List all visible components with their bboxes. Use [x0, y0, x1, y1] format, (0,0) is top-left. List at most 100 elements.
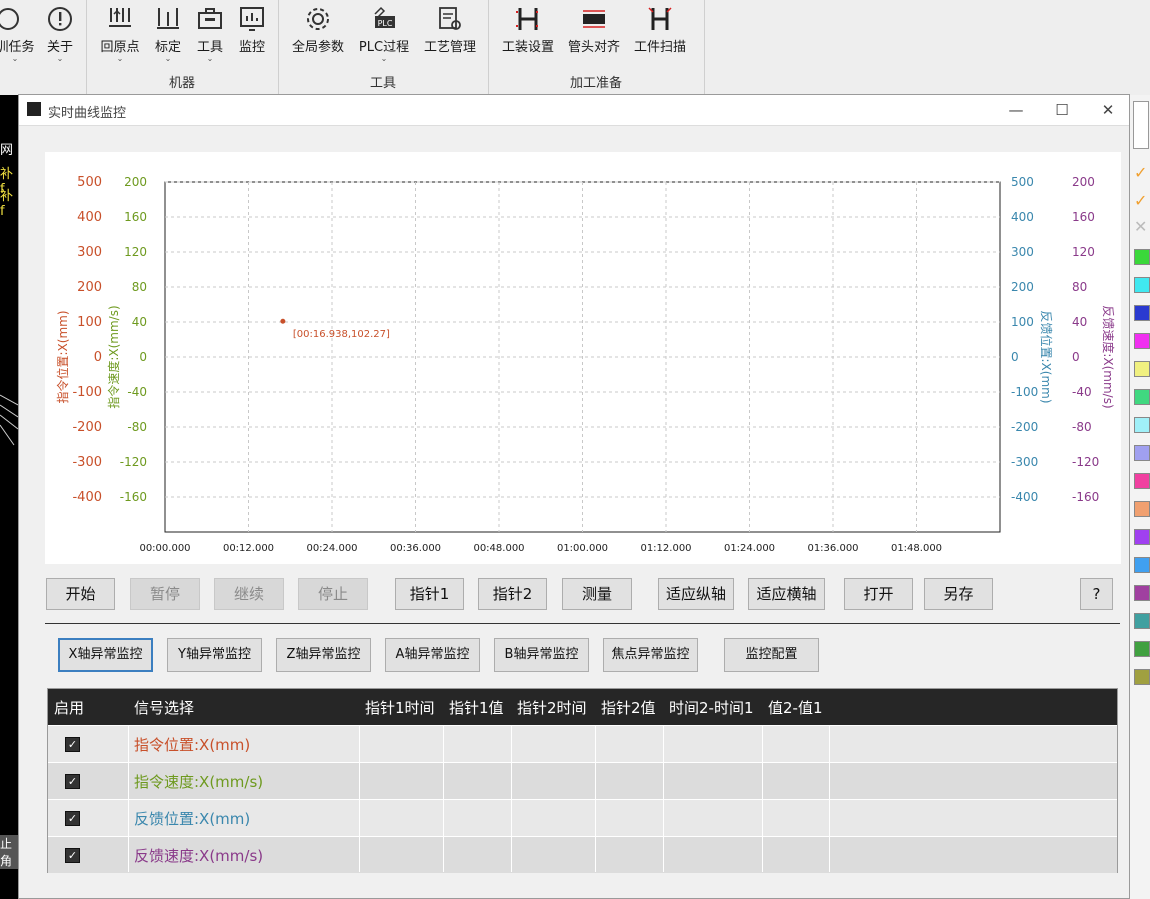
- workpiece-scan-button[interactable]: 工件扫描: [632, 4, 688, 55]
- color-swatch[interactable]: [1134, 361, 1150, 377]
- color-swatch[interactable]: [1134, 417, 1150, 433]
- calibrate-label: 标定: [154, 40, 181, 55]
- color-swatch[interactable]: [1134, 557, 1150, 573]
- window-titlebar[interactable]: 实时曲线监控 — ☐ ✕: [19, 95, 1129, 126]
- fit-x-button[interactable]: 适应横轴: [748, 578, 825, 610]
- y-tick-label-cmd-pos: -100: [72, 385, 102, 400]
- maximize-button[interactable]: ☐: [1047, 99, 1077, 121]
- color-swatch[interactable]: [1134, 641, 1150, 657]
- col-value-diff: 值2-值1: [768, 699, 823, 717]
- minimize-button[interactable]: —: [1001, 99, 1031, 121]
- y-tick-label-cmd-pos: -400: [72, 490, 102, 505]
- gear-icon: [307, 8, 329, 30]
- start-button[interactable]: 开始: [46, 578, 115, 610]
- y-tick-label-cmd-pos: 500: [77, 175, 102, 190]
- tab-a-axis[interactable]: A轴异常监控: [385, 638, 480, 672]
- color-swatch[interactable]: [1134, 389, 1150, 405]
- about-button[interactable]: 关于 ⌄: [42, 4, 78, 63]
- enable-checkbox[interactable]: ✓: [65, 811, 80, 826]
- realtime-chart[interactable]: 00:00.000 00:12.000 00:24.000 00:36.000 00:4…: [45, 152, 1121, 564]
- pause-button[interactable]: 暂停: [130, 578, 200, 610]
- table-header: 启用 信号选择 指针1时间 指针1值 指针2时间 指针2值 时间2-时间1 值2…: [48, 689, 1117, 725]
- y-tick-label-fb-pos: 400: [1011, 210, 1034, 224]
- chevron-down-icon: ⌄: [116, 54, 124, 63]
- help-button[interactable]: ?: [1080, 578, 1113, 610]
- y-tick-label-fb-pos: 500: [1011, 175, 1034, 189]
- task-button[interactable]: 训任务 ⌄: [0, 4, 36, 63]
- tab-monitor-config[interactable]: 监控配置: [724, 638, 819, 672]
- y-tick-label-fb-vel: 120: [1072, 245, 1095, 259]
- axis-title-fb-pos: 反馈位置:X(mm): [1039, 310, 1054, 403]
- open-button[interactable]: 打开: [844, 578, 913, 610]
- table-row[interactable]: ✓ 反馈位置:X(mm): [48, 799, 1117, 836]
- y-tick-label-cmd-vel: -80: [127, 420, 147, 434]
- save-as-button[interactable]: 另存: [924, 578, 993, 610]
- monitor-button[interactable]: 监控: [234, 4, 270, 55]
- x-tick-label: 00:24.000: [306, 543, 357, 554]
- col-cursor1-time: 指针1时间: [365, 699, 435, 717]
- close-icon: ✕: [1134, 217, 1148, 236]
- x-tick-label: 00:12.000: [223, 543, 274, 554]
- app-icon: [27, 102, 41, 116]
- tab-focus[interactable]: 焦点异常监控: [603, 638, 698, 672]
- tab-z-axis[interactable]: Z轴异常监控: [276, 638, 371, 672]
- column-divider: [443, 725, 444, 872]
- color-swatch[interactable]: [1134, 333, 1150, 349]
- cursor2-button[interactable]: 指针2: [478, 578, 547, 610]
- color-swatch[interactable]: [1134, 277, 1150, 293]
- ribbon-group-tools: 全局参数 PLC PLC过程 ⌄ 工艺管理 工具: [278, 0, 489, 95]
- color-swatch[interactable]: [1134, 249, 1150, 265]
- stop-button[interactable]: 停止: [298, 578, 368, 610]
- resume-button[interactable]: 继续: [214, 578, 284, 610]
- scan-icon: [648, 7, 672, 30]
- color-swatch[interactable]: [1134, 305, 1150, 321]
- color-swatch[interactable]: [1134, 445, 1150, 461]
- gear-partial-icon: [0, 8, 19, 30]
- calibrate-icon: [157, 8, 179, 29]
- data-point: [280, 318, 286, 324]
- axis-title-cmd-pos: 指令位置:X(mm): [55, 310, 70, 403]
- color-swatch[interactable]: [1134, 669, 1150, 685]
- fixture-icon: [516, 8, 540, 30]
- background-app-left: 网 补 f 补 f 止角: [0, 95, 18, 899]
- tab-b-axis[interactable]: B轴异常监控: [494, 638, 589, 672]
- cursor1-button[interactable]: 指针1: [395, 578, 464, 610]
- color-swatch[interactable]: [1134, 585, 1150, 601]
- y-tick-label-cmd-vel: 200: [124, 175, 147, 189]
- plc-process-button[interactable]: PLC PLC过程 ⌄: [356, 4, 412, 63]
- workpiece-scan-label: 工件扫描: [633, 40, 686, 55]
- calibrate-button[interactable]: 标定 ⌄: [150, 4, 186, 63]
- tube-align-button[interactable]: 管头对齐: [566, 4, 622, 55]
- plc-icon: PLC: [374, 6, 395, 28]
- color-swatch[interactable]: [1134, 473, 1150, 489]
- tab-y-axis[interactable]: Y轴异常监控: [167, 638, 262, 672]
- table-row[interactable]: ✓ 指令位置:X(mm): [48, 725, 1117, 762]
- process-mgmt-button[interactable]: 工艺管理: [422, 4, 478, 55]
- y-tick-label-cmd-pos: 400: [77, 210, 102, 225]
- table-row[interactable]: ✓ 指令速度:X(mm/s): [48, 762, 1117, 799]
- column-divider: [128, 725, 129, 872]
- table-row[interactable]: ✓ 反馈速度:X(mm/s): [48, 836, 1117, 873]
- left-text-1: 网: [0, 143, 14, 158]
- realtime-curve-window: 实时曲线监控 — ☐ ✕ 00:00.000 00:12.000 00:24.000…: [18, 94, 1130, 899]
- fit-y-button[interactable]: 适应纵轴: [658, 578, 734, 610]
- fixture-setup-button[interactable]: 工装设置: [500, 4, 556, 55]
- enable-checkbox[interactable]: ✓: [65, 848, 80, 863]
- tube-align-label: 管头对齐: [567, 40, 620, 55]
- tool-button[interactable]: 工具 ⌄: [192, 4, 228, 63]
- close-button[interactable]: ✕: [1093, 99, 1123, 121]
- right-tool-icon: [1133, 101, 1149, 149]
- enable-checkbox[interactable]: ✓: [65, 774, 80, 789]
- enable-checkbox[interactable]: ✓: [65, 737, 80, 752]
- global-params-button[interactable]: 全局参数: [290, 4, 346, 55]
- measure-button[interactable]: 测量: [562, 578, 632, 610]
- tab-x-axis[interactable]: X轴异常监控: [58, 638, 153, 672]
- col-cursor1-value: 指针1值: [449, 699, 504, 717]
- axis-title-cmd-vel: 指令速度:X(mm/s): [106, 305, 121, 408]
- color-swatch[interactable]: [1134, 529, 1150, 545]
- chevron-down-icon: ⌄: [11, 54, 19, 63]
- color-swatch[interactable]: [1134, 613, 1150, 629]
- x-tick-label: 01:12.000: [640, 543, 691, 554]
- color-swatch[interactable]: [1134, 501, 1150, 517]
- home-button[interactable]: 回原点 ⌄: [94, 4, 146, 63]
